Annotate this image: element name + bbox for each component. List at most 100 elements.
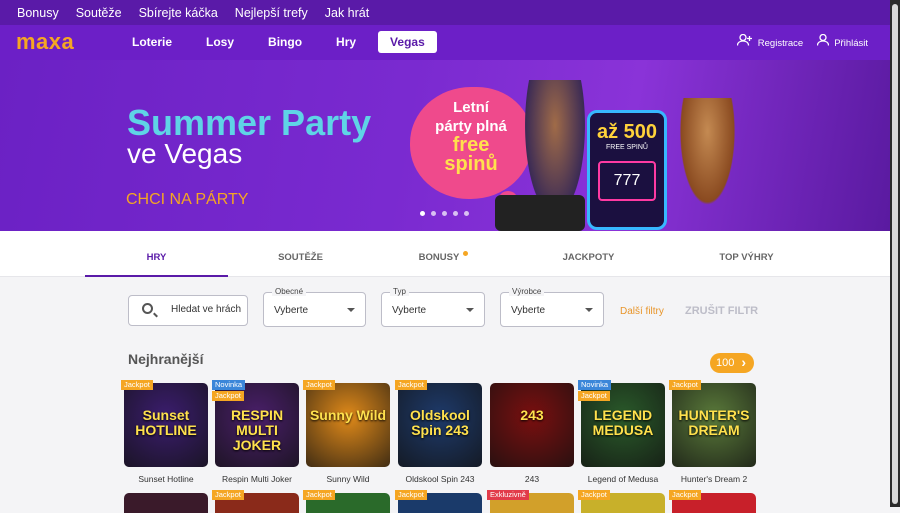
toplink-jak-hrat[interactable]: Jak hrát — [325, 6, 369, 20]
select-vyrobce[interactable]: Výrobce Vyberte — [500, 287, 604, 327]
toplink-nejlepsi-trefy[interactable]: Nejlepší trefy — [235, 6, 308, 20]
nav-items: Loterie Losy Bingo Hry Vegas — [120, 31, 447, 53]
game-thumbnail[interactable]: Oldskool Spin 243 — [398, 383, 482, 467]
badge-jackpot: Jackpot — [395, 490, 427, 500]
nav-item-bingo[interactable]: Bingo — [256, 31, 314, 53]
game-name[interactable]: 243 — [490, 474, 574, 484]
clear-filter-button[interactable]: ZRUŠIT FILTR — [685, 305, 758, 317]
badge-jackpot: Jackpot — [669, 490, 701, 500]
game-art-text: Sunset HOTLINE — [135, 407, 197, 438]
login-button[interactable]: Přihlásit — [817, 33, 868, 49]
game-name[interactable]: Sunny Wild — [306, 474, 390, 484]
game-card[interactable]: Exkluzivně — [487, 490, 574, 513]
search-box[interactable] — [128, 295, 248, 326]
game-card[interactable]: Jackpot — [212, 490, 299, 513]
game-thumbnail[interactable]: Sunset HOTLINE — [124, 383, 208, 467]
game-thumbnail[interactable]: 243 — [490, 383, 574, 467]
hero-cta-link[interactable]: CHCI NA PÁRTY — [126, 191, 248, 209]
section-title: Nejhranější — [128, 351, 204, 367]
carousel-dot-2[interactable] — [431, 211, 436, 216]
game-name[interactable]: Hunter's Dream 2 — [672, 474, 756, 484]
game-name[interactable]: Sunset Hotline — [124, 474, 208, 484]
select-obecne[interactable]: Obecné Vyberte — [263, 287, 366, 327]
game-card-243[interactable]: 243 243 — [490, 383, 574, 484]
badge-jackpot: Jackpot — [669, 380, 701, 390]
select-vyrobce-value: Vyberte — [511, 305, 546, 316]
promo-bubble-text: Letní párty plná free spinů — [410, 98, 532, 174]
carousel-dot-4[interactable] — [453, 211, 458, 216]
register-label: Registrace — [757, 38, 804, 49]
scrollbar-thumb[interactable] — [892, 4, 898, 504]
tab-top-vyhry[interactable]: TOP VÝHRY — [660, 231, 833, 277]
slot-machine-illustration: až 500 FREE SPINŮ 777 — [587, 110, 667, 230]
toplink-souteze[interactable]: Soutěže — [76, 6, 122, 20]
game-card[interactable]: Jackpot — [303, 490, 390, 513]
toplink-bonusy[interactable]: Bonusy — [17, 6, 59, 20]
badge-jackpot: Jackpot — [303, 490, 335, 500]
game-thumbnail[interactable]: HUNTER'S DREAM — [672, 383, 756, 467]
notification-dot — [463, 251, 469, 256]
game-name[interactable]: Oldskool Spin 243 — [398, 474, 482, 484]
dj-deck-illustration — [495, 195, 585, 231]
game-art-text: LEGEND MEDUSA — [592, 407, 654, 438]
carousel-dot-3[interactable] — [442, 211, 447, 216]
game-card-hunter-s-dream-2[interactable]: HUNTER'S DREAM Jackpot Hunter's Dream 2 — [669, 380, 756, 484]
select-typ[interactable]: Typ Vyberte — [381, 287, 485, 327]
nav-item-loterie[interactable]: Loterie — [120, 31, 184, 53]
game-art-text: Sunny Wild — [309, 407, 387, 423]
tab-jackpoty[interactable]: JACKPOTY — [517, 231, 660, 277]
register-button[interactable]: Registrace — [736, 33, 804, 49]
nav-item-vegas[interactable]: Vegas — [378, 31, 437, 53]
auth-links: Registrace Přihlásit — [736, 33, 868, 49]
game-card[interactable]: Jackpot — [578, 490, 665, 513]
game-art-text: HUNTER'S DREAM — [678, 407, 750, 438]
game-card-legend-of-medusa[interactable]: LEGEND MEDUSA Novinka Jackpot Legend of Med… — [578, 380, 665, 484]
search-input[interactable] — [171, 304, 245, 315]
main-nav: maxa Loterie Losy Bingo Hry Vegas Regist… — [0, 25, 890, 60]
tab-bonusy[interactable]: BONUSY — [372, 231, 515, 277]
tab-top-vyhry-label: TOP VÝHRY — [719, 252, 774, 263]
tab-souteze-label: SOUTĚŽE — [278, 252, 323, 263]
select-typ-value: Vyberte — [392, 305, 427, 316]
slot-reels: 777 — [598, 161, 656, 201]
toplink-sbirejte-kacka[interactable]: Sbírejte káčka — [139, 6, 218, 20]
nav-item-losy[interactable]: Losy — [194, 31, 246, 53]
add-user-icon — [736, 33, 753, 49]
show-all-count-button[interactable]: 100 — [710, 352, 754, 373]
game-card-sunset-hotline[interactable]: Sunset HOTLINE Jackpot Sunset Hotline — [121, 380, 208, 484]
more-filters-link[interactable]: Další filtry — [620, 306, 664, 317]
badge-jackpot: Jackpot — [303, 380, 335, 390]
carousel-dot-1[interactable] — [420, 211, 425, 216]
tab-souteze[interactable]: SOUTĚŽE — [229, 231, 372, 277]
carousel-dots — [420, 211, 469, 216]
game-card-respin-multi-joker[interactable]: RESPIN MULTI JOKER Novinka Jackpot Respin M… — [212, 380, 299, 484]
chevron-down-icon — [585, 308, 593, 312]
section-tabs: HRY SOUTĚŽE BONUSY JACKPOTY TOP VÝHRY — [0, 231, 890, 277]
game-name[interactable]: Legend of Medusa — [581, 474, 665, 484]
select-obecne-label: Obecné — [272, 287, 307, 296]
badge-novinka: Novinka — [212, 380, 246, 390]
select-obecne-value: Vyberte — [274, 305, 309, 316]
game-thumbnail[interactable]: Sunny Wild — [306, 383, 390, 467]
game-name[interactable]: Respin Multi Joker — [215, 474, 299, 484]
game-card[interactable]: Jackpot — [669, 490, 756, 513]
badge-exkluzivn: Exkluzivně — [487, 490, 529, 500]
hero-banner[interactable]: Summer Party ve Vegas CHCI NA PÁRTY Letn… — [0, 60, 890, 231]
login-label: Přihlásit — [834, 38, 868, 49]
carousel-dot-5[interactable] — [464, 211, 469, 216]
promo-line-1: Letní — [453, 99, 489, 116]
nav-item-hry[interactable]: Hry — [324, 31, 368, 53]
select-typ-label: Typ — [390, 287, 409, 296]
slot-caption: FREE SPINŮ — [605, 144, 648, 151]
tab-hry[interactable]: HRY — [85, 231, 228, 277]
filter-bar: Obecné Vyberte Typ Vyberte Výrobce Vyber… — [0, 277, 890, 343]
badge-jackpot: Jackpot — [395, 380, 427, 390]
game-thumbnail[interactable] — [124, 493, 208, 513]
badge-jackpot: Jackpot — [578, 391, 610, 401]
game-card[interactable] — [124, 493, 208, 513]
game-card-sunny-wild[interactable]: Sunny Wild Jackpot Sunny Wild — [303, 380, 390, 484]
page-scrollbar[interactable] — [890, 0, 900, 507]
maxa-logo[interactable]: maxa — [16, 29, 74, 55]
game-card-oldskool-spin-243[interactable]: Oldskool Spin 243 Jackpot Oldskool Spin 24… — [395, 380, 482, 484]
game-card[interactable]: Jackpot — [395, 490, 482, 513]
